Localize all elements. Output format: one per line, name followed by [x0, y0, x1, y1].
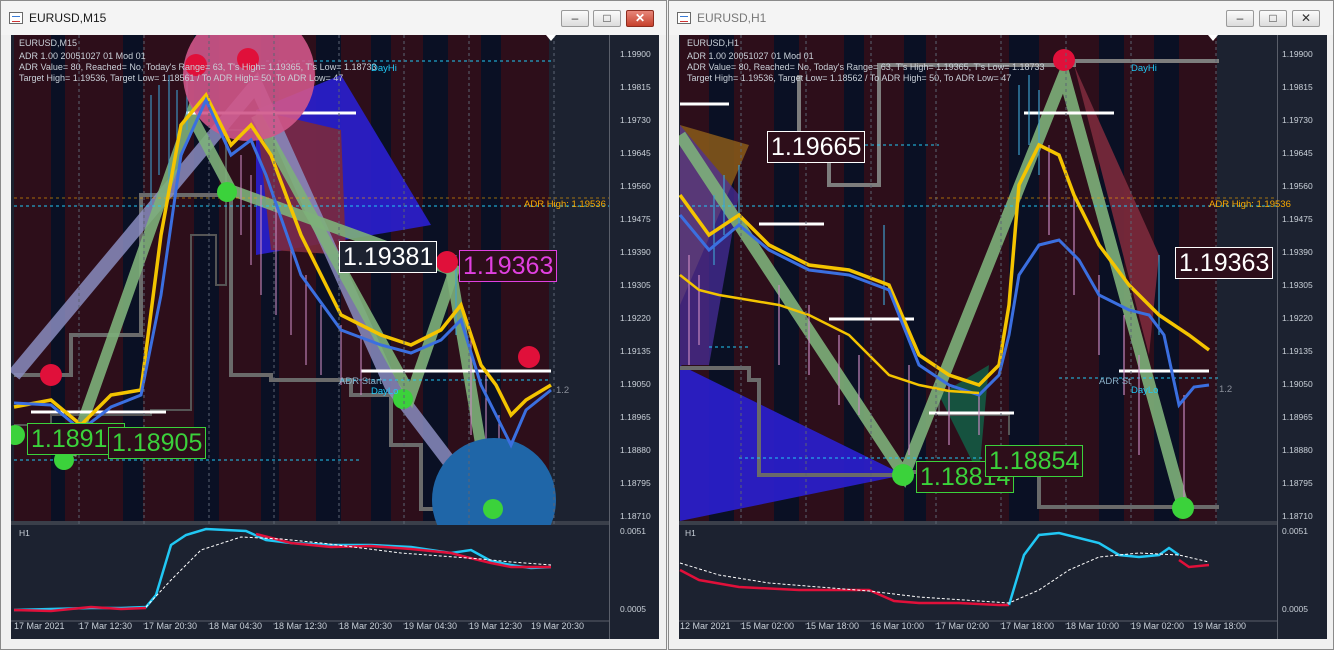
price-tick: 1.19730 [1282, 115, 1313, 125]
sub-price-tick: 0.0005 [1282, 604, 1308, 614]
maximize-button[interactable]: □ [593, 10, 621, 27]
price-tick: 1.19900 [620, 49, 651, 59]
date-tick: 17 Mar 12:30 [79, 621, 133, 631]
date-tick: 18 Mar 12:30 [274, 621, 328, 631]
title-bar[interactable]: EURUSD,H1 – □ ✕ [669, 1, 1333, 35]
date-tick: 15 Mar 18:00 [806, 621, 860, 631]
date-tick: 18 Mar 10:00 [1066, 621, 1120, 631]
date-tick: 15 Mar 02:00 [741, 621, 795, 631]
day-low-label: DayLo [1131, 385, 1159, 396]
minimize-button[interactable]: – [1226, 10, 1254, 27]
adr-info-line-2: ADR Value= 80, Reached= No, Today's Rang… [687, 62, 1045, 72]
chart-window-icon [677, 12, 691, 24]
price-tick: 1.19815 [620, 82, 651, 92]
close-button[interactable]: ✕ [1292, 10, 1320, 27]
adr-start-label: ADR St [1099, 376, 1131, 387]
price-tick: 1.19220 [1282, 313, 1313, 323]
adr-info-line-3: Target High= 1.19536, Target Low= 1.1856… [687, 73, 1012, 83]
adr-info-line-1: ADR 1.00 20051027 01 Mod 01 [19, 51, 146, 61]
date-tick: 18 Mar 20:30 [339, 621, 393, 631]
ratio-label: 1.2 [556, 385, 570, 396]
adr-info-line-3: Target High= 1.19536, Target Low= 1.1856… [19, 73, 344, 83]
subwindow-label: H1 [19, 528, 30, 538]
price-tick: 1.19645 [1282, 148, 1313, 158]
adr-high-label: ADR High: 1.19536 [524, 199, 606, 210]
price-tick: 1.19135 [620, 346, 651, 356]
price-tick: 1.19390 [620, 247, 651, 257]
window-title: EURUSD,M15 [29, 11, 107, 25]
window-title: EURUSD,H1 [697, 11, 767, 25]
maximize-button[interactable]: □ [1259, 10, 1287, 27]
price-tick: 1.18880 [1282, 445, 1313, 455]
chart-canvas [679, 35, 1278, 639]
date-tick: 17 Mar 02:00 [936, 621, 990, 631]
price-tick: 1.19645 [620, 148, 651, 158]
date-tick: 12 Mar 2021 [680, 621, 731, 631]
date-tick: 17 Mar 20:30 [144, 621, 198, 631]
price-tick: 1.18795 [1282, 478, 1313, 488]
price-callout-white-1: 1.19665 [767, 131, 866, 163]
chart-window-icon [9, 12, 23, 24]
price-tick: 1.19560 [1282, 181, 1313, 191]
date-tick: 17 Mar 2021 [14, 621, 65, 631]
price-tick: 1.19560 [620, 181, 651, 191]
adr-info-line-1: ADR 1.00 20051027 01 Mod 01 [687, 51, 814, 61]
price-tick: 1.19220 [620, 313, 651, 323]
date-tick: 19 Mar 12:30 [469, 621, 523, 631]
price-tick: 1.19305 [620, 280, 651, 290]
price-tick: 1.18965 [1282, 412, 1313, 422]
date-tick: 19 Mar 20:30 [531, 621, 585, 631]
price-tick: 1.19305 [1282, 280, 1313, 290]
price-tick: 1.19815 [1282, 82, 1313, 92]
date-tick: 16 Mar 10:00 [871, 621, 925, 631]
subwindow-label: H1 [685, 528, 696, 538]
price-callout-magenta: 1.19363 [459, 250, 558, 282]
price-tick: 1.19900 [1282, 49, 1313, 59]
price-callout-green-2: 1.18854 [985, 445, 1084, 477]
price-tick: 1.19475 [1282, 214, 1313, 224]
chart-window-eurusd-m15[interactable]: EURUSD,M15 – □ ✕ EURUSD,M15 ADR 1.00 200… [0, 0, 667, 650]
price-chart[interactable]: EURUSD,M15 ADR 1.00 20051027 01 Mod 01 A… [11, 35, 659, 639]
title-bar[interactable]: EURUSD,M15 – □ ✕ [1, 1, 666, 35]
sub-price-tick: 0.0051 [1282, 526, 1308, 536]
price-tick: 1.19730 [620, 115, 651, 125]
sub-price-tick: 0.0051 [620, 526, 646, 536]
price-tick: 1.18710 [620, 511, 651, 521]
adr-high-label: ADR High: 1.19536 [1209, 199, 1291, 210]
price-tick: 1.19475 [620, 214, 651, 224]
price-tick: 1.19390 [1282, 247, 1313, 257]
day-high-label: DayHi [1131, 63, 1157, 74]
chart-symbol-label: EURUSD,H1 [687, 38, 740, 48]
date-tick: 18 Mar 04:30 [209, 621, 263, 631]
close-button[interactable]: ✕ [626, 10, 654, 27]
sub-price-tick: 0.0005 [620, 604, 646, 614]
price-tick: 1.18965 [620, 412, 651, 422]
date-tick: 19 Mar 18:00 [1193, 621, 1247, 631]
chart-window-eurusd-h1[interactable]: EURUSD,H1 – □ ✕ EURUSD,H1 ADR 1.00 20051… [668, 0, 1334, 650]
date-tick: 17 Mar 18:00 [1001, 621, 1055, 631]
date-tick: 19 Mar 02:00 [1131, 621, 1185, 631]
price-tick: 1.19135 [1282, 346, 1313, 356]
date-tick: 19 Mar 04:30 [404, 621, 458, 631]
minimize-button[interactable]: – [561, 10, 589, 27]
price-tick: 1.19050 [1282, 379, 1313, 389]
price-callout-white-2: 1.19363 [1175, 247, 1274, 279]
day-low-label: DayLo [371, 386, 399, 397]
chart-canvas [11, 35, 610, 639]
chart-symbol-label: EURUSD,M15 [19, 38, 78, 48]
day-high-label: DayHi [371, 63, 397, 74]
price-chart[interactable]: EURUSD,H1 ADR 1.00 20051027 01 Mod 01 AD… [679, 35, 1327, 639]
price-callout-green-2: 1.18905 [108, 427, 207, 459]
price-tick: 1.19050 [620, 379, 651, 389]
price-callout-white: 1.19381 [339, 241, 438, 273]
ratio-label: 1.2 [1219, 384, 1233, 395]
price-tick: 1.18795 [620, 478, 651, 488]
adr-info-line-2: ADR Value= 80, Reached= No, Today's Rang… [19, 62, 377, 72]
price-tick: 1.18880 [620, 445, 651, 455]
price-tick: 1.18710 [1282, 511, 1313, 521]
